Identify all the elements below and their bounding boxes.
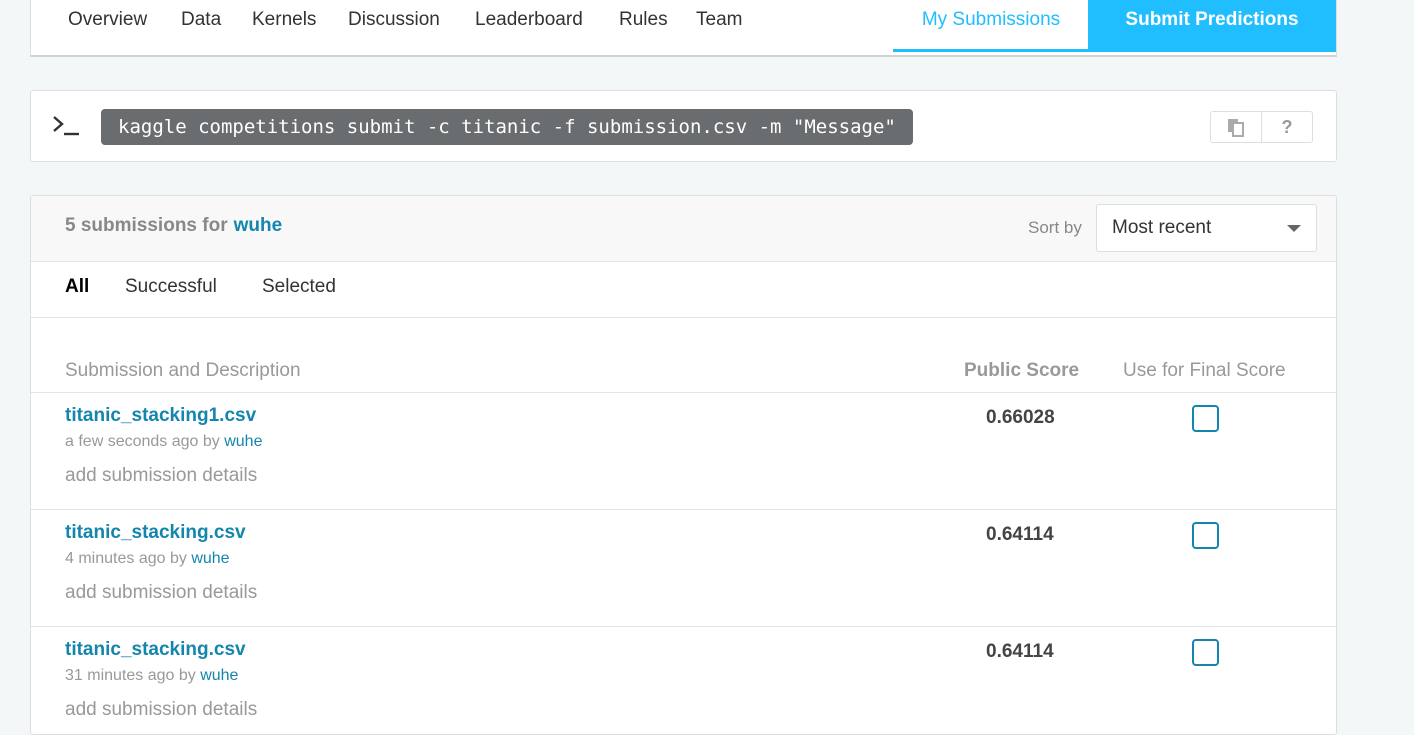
submissions-panel: 5 submissions for wuhe Sort by Most recen… <box>30 195 1337 735</box>
tab-rules[interactable]: Rules <box>619 0 668 52</box>
filter-successful[interactable]: Successful <box>125 276 217 298</box>
submission-filters: All Successful Selected <box>31 262 1336 318</box>
tab-my-submissions[interactable]: My Submissions <box>893 0 1089 52</box>
tab-kernels[interactable]: Kernels <box>252 0 316 52</box>
cli-command-box: kaggle competitions submit -c titanic -f… <box>30 90 1337 162</box>
table-row: titanic_stacking.csv 4 minutes ago by wu… <box>31 510 1336 627</box>
submission-file-link[interactable]: titanic_stacking1.csv <box>65 405 256 427</box>
cli-command-text: kaggle competitions submit -c titanic -f… <box>101 109 913 145</box>
sort-dropdown-value: Most recent <box>1112 217 1212 238</box>
chevron-down-icon <box>1287 225 1301 232</box>
submission-time: a few seconds ago by <box>65 433 220 450</box>
filter-selected[interactable]: Selected <box>262 276 336 298</box>
sort-by-label: Sort by <box>1028 218 1082 237</box>
submission-time: 4 minutes ago by <box>65 550 187 567</box>
submissions-header: 5 submissions for wuhe Sort by Most recen… <box>31 196 1336 262</box>
submission-file-link[interactable]: titanic_stacking.csv <box>65 639 246 661</box>
public-score: 0.64114 <box>986 641 1054 662</box>
submit-predictions-button[interactable]: Submit Predictions <box>1088 0 1336 52</box>
submission-file-link[interactable]: titanic_stacking.csv <box>65 522 246 544</box>
copy-icon <box>1228 119 1244 137</box>
submission-user-link[interactable]: wuhe <box>224 433 262 450</box>
filter-all[interactable]: All <box>65 276 89 298</box>
submission-user-link[interactable]: wuhe <box>200 667 238 684</box>
tab-team[interactable]: Team <box>696 0 742 52</box>
sort-dropdown[interactable]: Most recent <box>1096 204 1317 252</box>
competition-nav: Overview Data Kernels Discussion Leaderb… <box>30 0 1337 57</box>
final-score-checkbox[interactable] <box>1192 405 1219 432</box>
tab-leaderboard[interactable]: Leaderboard <box>475 0 583 52</box>
public-score: 0.64114 <box>986 524 1054 545</box>
tab-overview[interactable]: Overview <box>68 0 147 52</box>
submission-meta: 31 minutes ago by wuhe <box>65 667 238 685</box>
add-details-link[interactable]: add submission details <box>65 699 257 721</box>
add-details-link[interactable]: add submission details <box>65 465 257 487</box>
final-score-checkbox[interactable] <box>1192 522 1219 549</box>
table-row: titanic_stacking1.csv a few seconds ago … <box>31 393 1336 510</box>
table-row: titanic_stacking.csv 31 minutes ago by w… <box>31 627 1336 734</box>
submission-count-text: 5 submissions for <box>65 215 228 236</box>
add-details-link[interactable]: add submission details <box>65 582 257 604</box>
submission-time: 31 minutes ago by <box>65 667 196 684</box>
final-score-checkbox[interactable] <box>1192 639 1219 666</box>
submission-meta: 4 minutes ago by wuhe <box>65 550 230 568</box>
help-button[interactable]: ? <box>1261 112 1312 142</box>
tab-discussion[interactable]: Discussion <box>348 0 440 52</box>
public-score: 0.66028 <box>986 407 1055 428</box>
copy-command-button[interactable] <box>1211 112 1261 142</box>
submission-count: 5 submissions for wuhe <box>65 215 282 237</box>
terminal-prompt-icon <box>53 116 79 136</box>
submission-owner-link[interactable]: wuhe <box>234 215 283 236</box>
tab-data[interactable]: Data <box>181 0 221 52</box>
cli-button-group: ? <box>1210 111 1313 143</box>
column-header-final-score: Use for Final Score <box>1123 360 1286 381</box>
column-header-public-score: Public Score <box>964 360 1080 381</box>
submission-meta: a few seconds ago by wuhe <box>65 433 262 451</box>
submission-user-link[interactable]: wuhe <box>191 550 229 567</box>
column-header-submission: Submission and Description <box>65 360 301 381</box>
